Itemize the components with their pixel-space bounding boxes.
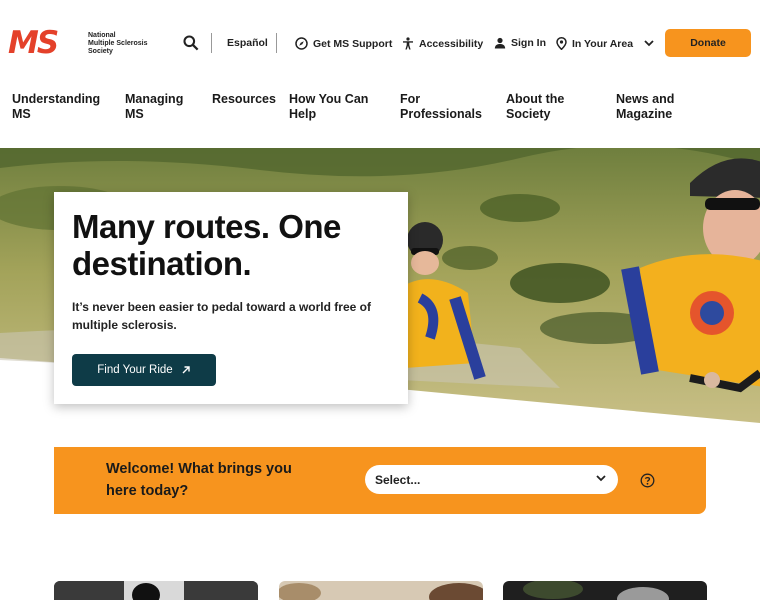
accessibility-label: Accessibility (419, 37, 484, 50)
espanol-link[interactable]: Español (227, 37, 268, 49)
header-divider (276, 33, 277, 53)
header-divider (211, 33, 212, 53)
nav-item-resources[interactable]: Resources (212, 92, 282, 107)
nav-item-managing-ms[interactable]: Managing MS (125, 92, 185, 122)
nav-item-how-you-can-help[interactable]: How You Can Help (289, 92, 369, 122)
feature-card-image[interactable] (54, 581, 258, 600)
help-icon[interactable] (640, 473, 655, 488)
user-icon (494, 37, 506, 49)
in-your-area-link[interactable]: In Your Area (556, 37, 654, 50)
chevron-down-icon (596, 475, 606, 482)
logo-text: National Multiple Sclerosis Society (88, 32, 148, 55)
hero-subtitle: It’s never been easier to pedal toward a… (72, 300, 371, 332)
feature-card-image[interactable] (503, 581, 707, 600)
sign-in-link[interactable]: Sign In (494, 37, 546, 49)
nav-item-for-professionals[interactable]: For Professionals (400, 92, 482, 122)
feature-card-image[interactable] (279, 581, 483, 600)
hero-card: Many routes. One destination. It’s never… (54, 192, 408, 404)
hero-title: Many routes. One destination. (72, 208, 341, 282)
nav-item-about-the-society[interactable]: About the Society (506, 92, 586, 122)
find-your-ride-button[interactable]: Find Your Ride (72, 354, 216, 386)
get-ms-support-link[interactable]: Get MS Support (295, 37, 392, 50)
get-ms-support-label: Get MS Support (313, 37, 393, 50)
arrow-up-right-icon (182, 366, 190, 374)
find-your-ride-label: Find Your Ride (97, 364, 173, 376)
chevron-down-icon (644, 40, 654, 47)
select-value: Select... (375, 472, 421, 487)
card-photo (503, 581, 707, 600)
search-icon[interactable] (183, 35, 199, 51)
sign-in-label: Sign In (511, 37, 546, 49)
accessibility-link[interactable]: Accessibility (402, 37, 483, 50)
ms-logo[interactable]: MS National Multiple Sclerosis Society (8, 26, 148, 60)
compass-icon (295, 37, 308, 50)
main-nav: Understanding MS Managing MS Resources H… (0, 92, 760, 132)
card-photo (54, 581, 258, 600)
nav-item-news-and-magazine[interactable]: News and Magazine (616, 92, 696, 122)
welcome-text: Welcome! What brings you here today? (106, 461, 292, 499)
intent-select[interactable]: Select... (365, 465, 618, 494)
donate-button[interactable]: Donate (665, 29, 751, 57)
site-header: MS National Multiple Sclerosis Society E… (0, 0, 760, 86)
accessibility-icon (403, 37, 413, 50)
location-pin-icon (556, 37, 567, 50)
in-your-area-label: In Your Area (572, 37, 634, 50)
welcome-band: Welcome! What brings you here today? Sel… (54, 447, 706, 514)
nav-item-understanding-ms[interactable]: Understanding MS (12, 92, 100, 122)
logo-mark: MS (8, 25, 59, 61)
card-photo (279, 581, 483, 600)
